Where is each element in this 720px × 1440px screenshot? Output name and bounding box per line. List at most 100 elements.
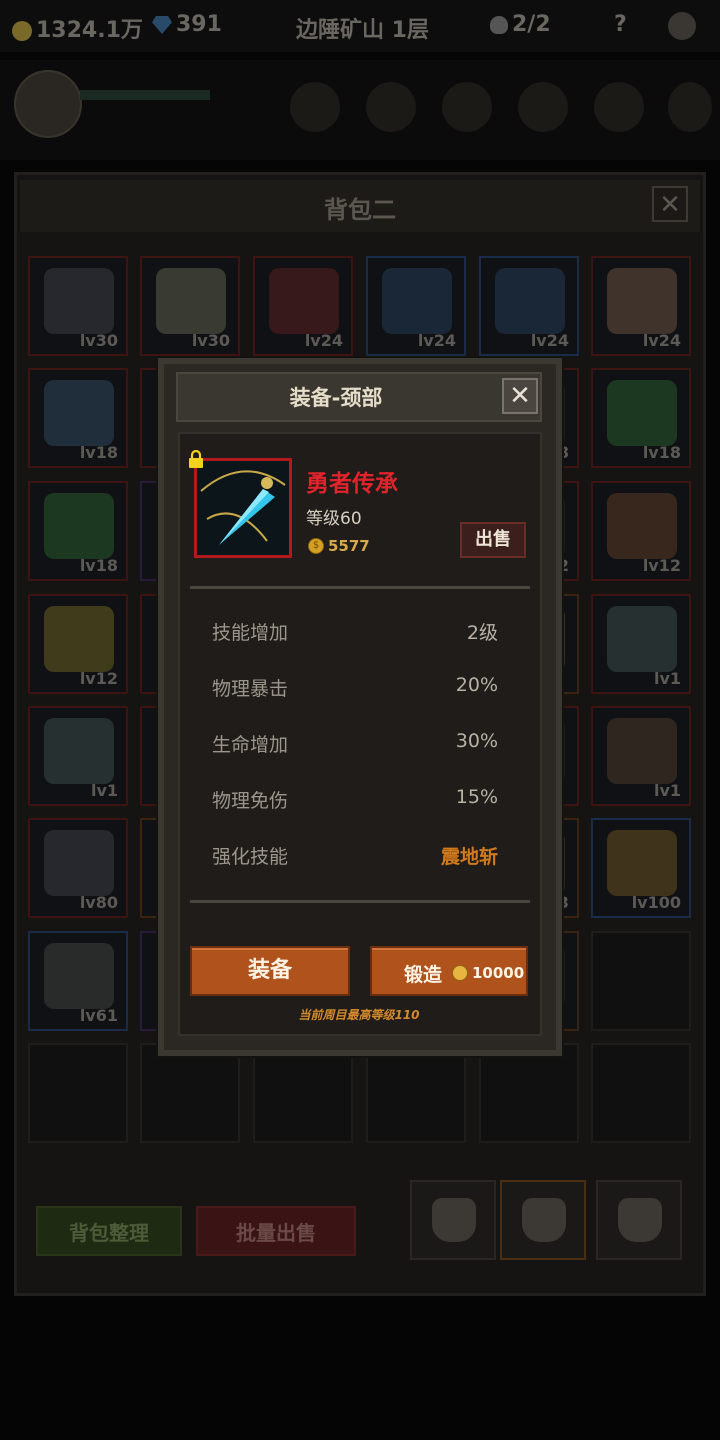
stat-label: 生命增加 <box>212 734 289 756</box>
inventory-slot[interactable]: lv18 <box>28 481 128 581</box>
lock-icon[interactable] <box>188 449 204 468</box>
skill-slot-1-icon[interactable] <box>290 82 340 132</box>
equip-button[interactable]: 装备 <box>190 946 350 996</box>
forge-cost: 10000 <box>472 964 525 982</box>
empty-slot[interactable] <box>591 1043 691 1143</box>
skull-icon <box>490 16 508 34</box>
skill-slot-2-icon[interactable] <box>366 82 416 132</box>
inventory-slot[interactable]: lv1 <box>28 706 128 806</box>
dialog-title: 装备-颈部 <box>289 386 383 410</box>
gold-counter: 1324.1万 <box>12 12 143 44</box>
empty-slot[interactable] <box>479 1043 579 1143</box>
settings-gear-icon[interactable] <box>668 12 696 40</box>
bag-tab-2[interactable] <box>500 1180 586 1260</box>
empty-slot[interactable] <box>140 1043 240 1143</box>
equipment-icon <box>44 380 114 446</box>
location-label: 边陲矿山 1层 <box>296 18 429 43</box>
gold-coin-icon <box>12 21 32 41</box>
inventory-slot[interactable]: lv18 <box>591 368 691 468</box>
equipment-icon <box>44 830 114 896</box>
inventory-slot[interactable]: lv18 <box>28 368 128 468</box>
inventory-slot[interactable]: lv30 <box>28 256 128 356</box>
stat-value: 震地斩 <box>440 846 498 868</box>
equipment-icon <box>269 268 339 334</box>
dialog-close-icon[interactable]: ✕ <box>502 378 538 414</box>
backpack-close-icon[interactable]: ✕ <box>652 186 688 222</box>
gold-coin-icon <box>452 965 468 981</box>
slot-level: lv61 <box>79 1006 118 1025</box>
help-button[interactable]: ? <box>614 12 627 37</box>
hero-avatar[interactable] <box>14 70 82 138</box>
empty-slot[interactable] <box>366 1043 466 1143</box>
equipment-icon <box>495 268 565 334</box>
sort-bag-button[interactable]: 背包整理 <box>36 1206 182 1256</box>
inventory-slot[interactable]: lv24 <box>366 256 466 356</box>
bag-tab-3[interactable] <box>596 1180 682 1260</box>
backpack-title: 背包二 <box>324 196 396 224</box>
skill-slot-6-icon[interactable] <box>668 82 712 132</box>
slot-level: lv1 <box>90 781 118 800</box>
slot-level: lv18 <box>79 556 118 575</box>
equipment-icon <box>607 380 677 446</box>
backpack-icon <box>522 1198 566 1242</box>
skill-slot-4-icon[interactable] <box>518 82 568 132</box>
slot-level: lv30 <box>191 331 230 350</box>
stat-label: 技能增加 <box>212 622 289 644</box>
equipment-icon <box>44 606 114 672</box>
slot-level: lv24 <box>417 331 456 350</box>
slot-level: lv24 <box>304 331 343 350</box>
equipment-icon <box>156 268 226 334</box>
inventory-slot[interactable]: lv24 <box>479 256 579 356</box>
inventory-slot[interactable]: lv30 <box>140 256 240 356</box>
skill-slot-3-icon[interactable] <box>442 82 492 132</box>
forge-button[interactable]: 锻造 10000 <box>370 946 528 996</box>
slot-level: lv1 <box>653 669 681 688</box>
skull-counter: 2/2 <box>490 12 551 37</box>
equipment-icon <box>607 718 677 784</box>
inventory-slot[interactable]: lv80 <box>28 818 128 918</box>
stat-value: 15% <box>455 786 498 808</box>
top-bar: 1324.1万 391 边陲矿山 1层 2/2 ? <box>0 0 720 52</box>
empty-slot[interactable] <box>253 1043 353 1143</box>
slot-level: lv18 <box>79 443 118 462</box>
slot-level: lv100 <box>631 893 681 912</box>
bag-tab-1[interactable] <box>410 1180 496 1260</box>
slot-level: lv24 <box>642 331 681 350</box>
stat-label: 物理免伤 <box>212 790 289 812</box>
equipment-icon <box>607 493 677 559</box>
equipment-icon <box>44 268 114 334</box>
equipment-icon <box>44 493 114 559</box>
slot-level: lv80 <box>79 893 118 912</box>
hero-exp-bar <box>80 90 210 100</box>
inventory-slot[interactable]: lv12 <box>28 594 128 694</box>
skill-slot-5-icon[interactable] <box>594 82 644 132</box>
slot-level: lv12 <box>79 669 118 688</box>
stat-value: 2级 <box>466 622 498 644</box>
slot-level: lv18 <box>642 443 681 462</box>
inventory-slot[interactable]: lv100 <box>591 818 691 918</box>
inventory-slot[interactable]: lv1 <box>591 706 691 806</box>
inventory-slot[interactable]: lv24 <box>253 256 353 356</box>
max-level-note: 当前周目最高等级110 <box>298 1008 420 1022</box>
empty-slot[interactable] <box>591 931 691 1031</box>
item-price: 5577 <box>328 537 370 555</box>
forge-label: 锻造 <box>404 964 443 986</box>
divider <box>190 900 530 903</box>
inventory-slot[interactable]: lv24 <box>591 256 691 356</box>
empty-slot[interactable] <box>28 1043 128 1143</box>
slot-level: lv30 <box>79 331 118 350</box>
stat-value: 30% <box>455 730 498 752</box>
inventory-slot[interactable]: lv1 <box>591 594 691 694</box>
gem-icon <box>152 16 172 34</box>
inventory-slot[interactable]: lv61 <box>28 931 128 1031</box>
equipment-icon <box>382 268 452 334</box>
backpack-icon <box>432 1198 476 1242</box>
slot-level: lv1 <box>653 781 681 800</box>
gem-counter: 391 <box>152 12 222 37</box>
bulk-sell-button[interactable]: 批量出售 <box>196 1206 356 1256</box>
item-icon-frame <box>194 458 292 558</box>
sell-button[interactable]: 出售 <box>460 522 526 558</box>
equipment-icon <box>607 830 677 896</box>
inventory-slot[interactable]: lv12 <box>591 481 691 581</box>
stat-label: 物理暴击 <box>212 678 289 700</box>
